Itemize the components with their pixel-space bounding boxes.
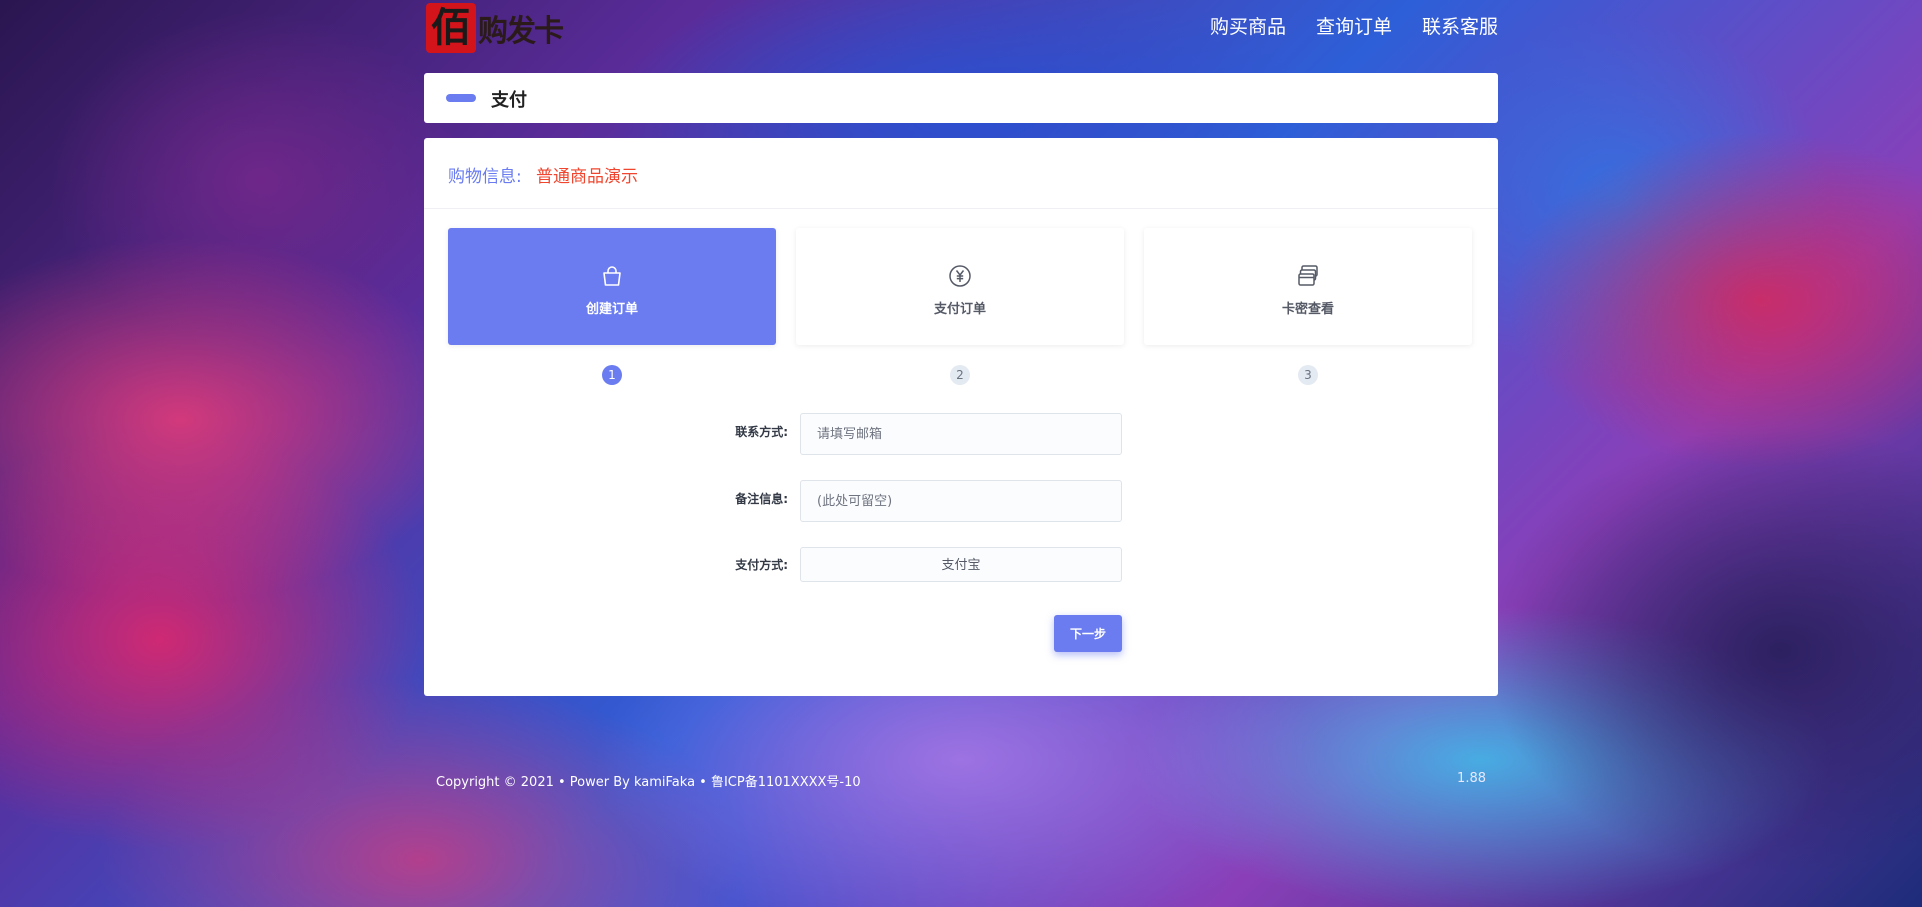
page-title: 支付: [491, 90, 527, 111]
shopping-bag-icon: [603, 266, 621, 286]
step-pay-order[interactable]: 支付订单: [796, 228, 1124, 345]
main-nav: 购买商品 查询订单 联系客服: [1210, 12, 1498, 39]
remark-input[interactable]: [800, 480, 1122, 522]
logo-text: 购发卡: [478, 14, 564, 49]
top-bar: 佰 购发卡 购买商品 查询订单 联系客服: [424, 0, 1498, 56]
step-number-2: 2: [950, 365, 970, 385]
cards-stack-icon: [1298, 265, 1318, 286]
product-name: 普通商品演示: [536, 167, 638, 187]
payment-card: 购物信息: 普通商品演示 创建订单 支付订单 卡密查看 1 2 3 联系方式: …: [424, 138, 1498, 696]
step-label: 支付订单: [933, 302, 986, 317]
step-view-cards[interactable]: 卡密查看: [1144, 228, 1472, 345]
footer-copyright: Copyright © 2021 • Power By kamiFaka • 鲁…: [436, 775, 861, 790]
shopping-info-label: 购物信息:: [448, 167, 522, 187]
step-create-order[interactable]: 创建订单: [448, 228, 776, 345]
step-number-1: 1: [602, 365, 622, 385]
step-number-3: 3: [1298, 365, 1318, 385]
next-step-button[interactable]: 下一步: [1054, 615, 1122, 652]
remark-label: 备注信息:: [735, 492, 788, 506]
site-logo[interactable]: 佰 购发卡: [426, 2, 571, 54]
contact-email-input[interactable]: [800, 413, 1122, 455]
logo-mark: 佰: [426, 3, 476, 53]
header-accent-pill: [446, 94, 476, 102]
yen-coin-icon: [949, 265, 971, 287]
nav-contact-support[interactable]: 联系客服: [1422, 12, 1498, 39]
step-label: 创建订单: [585, 302, 638, 317]
step-label: 卡密查看: [1281, 302, 1334, 317]
contact-label: 联系方式:: [735, 425, 788, 439]
shopping-info-row: 购物信息: 普通商品演示: [424, 138, 1498, 209]
payment-method-select[interactable]: 支付宝: [800, 547, 1122, 582]
nav-buy-products[interactable]: 购买商品: [1210, 12, 1286, 39]
nav-query-order[interactable]: 查询订单: [1316, 12, 1392, 39]
footer-version: 1.88: [1457, 771, 1486, 786]
payment-method-label: 支付方式:: [735, 558, 788, 572]
page-header-card: 支付: [424, 73, 1498, 123]
